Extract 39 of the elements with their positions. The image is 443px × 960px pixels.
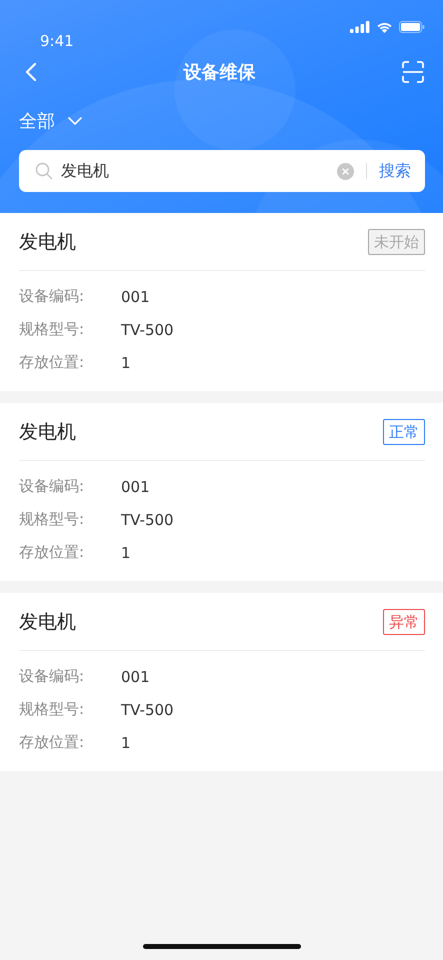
field-label: 存放位置: [19, 543, 86, 562]
field-label: 存放位置: [19, 733, 86, 752]
equipment-card[interactable]: 发电机 异常 设备编码: 001 规格型号: TV-500 存放位置: 1 [0, 593, 443, 771]
field-label: 存放位置: [19, 353, 86, 372]
field-value: 1 [121, 734, 131, 752]
equipment-name: 发电机 [19, 230, 76, 254]
signal-icon [350, 21, 370, 33]
caret-icon [67, 116, 83, 126]
field-label: 设备编码: [19, 477, 86, 496]
field-value: 1 [121, 544, 131, 562]
status-tag: 未开始 [368, 228, 425, 254]
wifi-icon [376, 21, 393, 33]
equipment-card[interactable]: 发电机 未开始 设备编码: 001 规格型号: TV-500 存放位置: 1 [0, 213, 443, 391]
battery-icon [399, 21, 425, 33]
search-icon [35, 162, 53, 180]
field-label: 规格型号: [19, 320, 86, 339]
field-value: TV-500 [121, 320, 174, 338]
field-label: 设备编码: [19, 667, 86, 686]
field-value: 001 [121, 668, 150, 686]
status-tag: 异常 [383, 608, 425, 634]
back-icon[interactable] [25, 62, 37, 82]
page-title: 设备维保 [184, 61, 256, 84]
equipment-card[interactable]: 发电机 正常 设备编码: 001 规格型号: TV-500 存放位置: 1 [0, 403, 443, 581]
scan-icon[interactable] [402, 61, 424, 83]
field-value: 001 [121, 478, 150, 496]
field-label: 规格型号: [19, 700, 86, 719]
field-value: TV-500 [121, 510, 174, 528]
equipment-name: 发电机 [19, 420, 76, 444]
search-button[interactable]: 搜索 [379, 160, 411, 182]
field-label: 设备编码: [19, 287, 86, 306]
search-field[interactable]: 发电机 搜索 [19, 150, 425, 192]
field-value: TV-500 [121, 700, 174, 718]
field-value: 1 [121, 354, 131, 372]
status-time: 9:41 [40, 32, 74, 50]
clear-icon[interactable] [337, 162, 354, 180]
field-label: 规格型号: [19, 510, 86, 529]
equipment-name: 发电机 [19, 610, 76, 634]
field-value: 001 [121, 288, 150, 306]
status-tag: 正常 [383, 418, 425, 444]
